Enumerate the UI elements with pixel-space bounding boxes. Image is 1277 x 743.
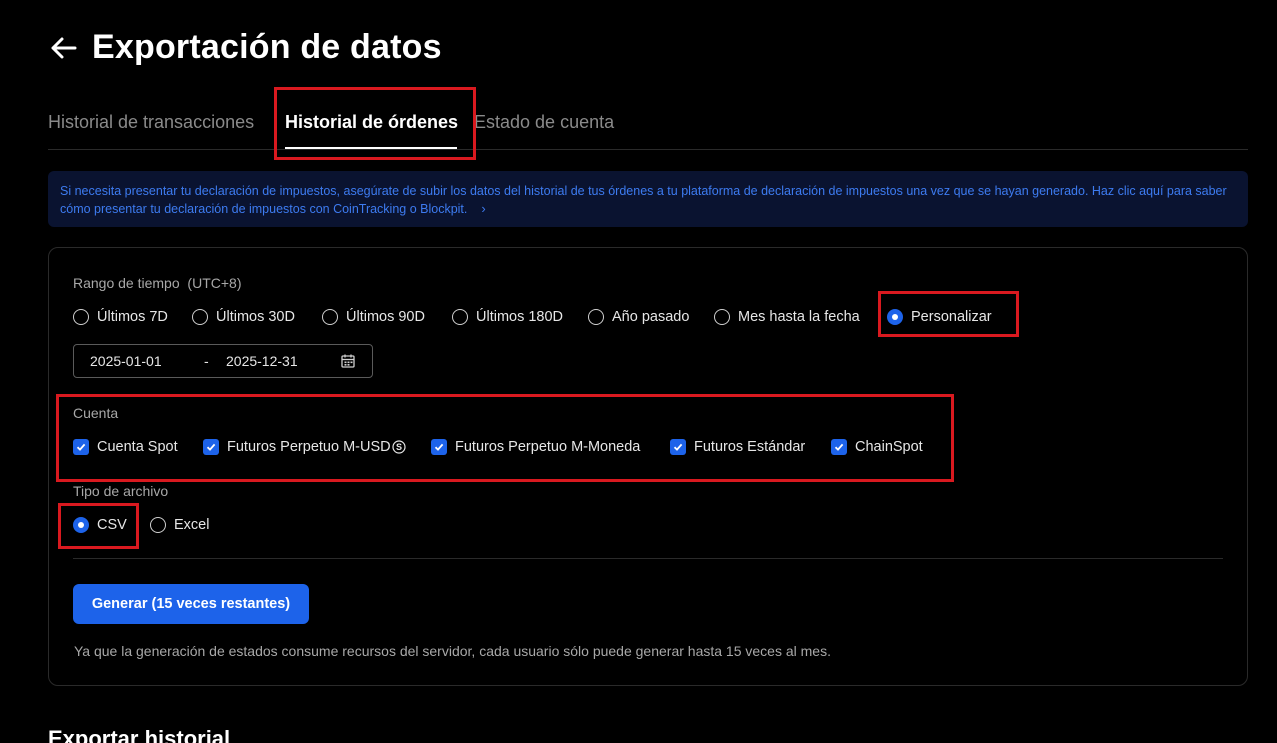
end-date-input[interactable]: 2025-12-31	[226, 353, 298, 369]
tab-bar: Historial de transacciones Historial de …	[48, 104, 1248, 150]
stablecoin-icon: S	[391, 440, 406, 454]
export-history-title: Exportar historial	[48, 726, 231, 743]
checkbox-perpetual-coin[interactable]: Futuros Perpetuo M-Moneda	[431, 439, 640, 455]
tab-order-history[interactable]: Historial de órdenes	[285, 112, 458, 133]
generation-limit-note: Ya que la generación de estados consume …	[74, 643, 831, 659]
radio-last-year[interactable]: Año pasado	[588, 309, 689, 325]
radio-last-180d[interactable]: Últimos 180D	[452, 309, 563, 325]
radio-icon	[150, 517, 166, 533]
checkbox-spot-account[interactable]: Cuenta Spot	[73, 439, 178, 455]
checkbox-standard-futures[interactable]: Futuros Estándar	[670, 439, 805, 455]
radio-month-to-date[interactable]: Mes hasta la fecha	[714, 309, 860, 325]
tab-transaction-history[interactable]: Historial de transacciones	[48, 112, 254, 133]
tab-account-statement[interactable]: Estado de cuenta	[474, 112, 614, 133]
svg-text:S: S	[396, 442, 402, 452]
generate-button[interactable]: Generar (15 veces restantes)	[73, 584, 309, 624]
calendar-icon[interactable]	[340, 353, 356, 369]
radio-last-90d[interactable]: Últimos 90D	[322, 309, 425, 325]
radio-icon	[192, 309, 208, 325]
radio-icon	[452, 309, 468, 325]
chevron-right-icon[interactable]: ›	[481, 201, 485, 216]
radio-icon	[588, 309, 604, 325]
radio-icon	[73, 309, 89, 325]
divider	[73, 558, 1223, 559]
checkbox-perpetual-usd[interactable]: Futuros Perpetuo M-USD S	[203, 439, 406, 455]
checkbox-checked-icon	[431, 439, 447, 455]
page-header: Exportación de datos	[48, 28, 442, 67]
time-range-label: Rango de tiempo (UTC+8)	[73, 275, 242, 291]
radio-last-7d[interactable]: Últimos 7D	[73, 309, 168, 325]
checkbox-checked-icon	[831, 439, 847, 455]
arrow-left-icon[interactable]	[48, 32, 80, 64]
checkbox-checked-icon	[203, 439, 219, 455]
checkbox-checked-icon	[73, 439, 89, 455]
radio-icon	[322, 309, 338, 325]
radio-last-30d[interactable]: Últimos 30D	[192, 309, 295, 325]
radio-custom[interactable]: Personalizar	[887, 309, 992, 325]
radio-csv[interactable]: CSV	[73, 517, 127, 533]
checkbox-checked-icon	[670, 439, 686, 455]
radio-icon	[714, 309, 730, 325]
tax-notice-text: Si necesita presentar tu declaración de …	[60, 184, 1227, 216]
page-title: Exportación de datos	[92, 28, 442, 66]
tax-notice-banner[interactable]: Si necesita presentar tu declaración de …	[48, 171, 1248, 227]
radio-excel[interactable]: Excel	[150, 517, 209, 533]
active-tab-indicator	[285, 147, 457, 149]
start-date-input[interactable]: 2025-01-01	[90, 353, 162, 369]
checkbox-chainspot[interactable]: ChainSpot	[831, 439, 923, 455]
file-type-label: Tipo de archivo	[73, 483, 169, 499]
date-range-picker[interactable]: 2025-01-01 - 2025-12-31	[73, 344, 373, 378]
account-label: Cuenta	[73, 405, 119, 421]
date-separator: -	[204, 353, 209, 369]
radio-checked-icon	[73, 517, 89, 533]
radio-checked-icon	[887, 309, 903, 325]
